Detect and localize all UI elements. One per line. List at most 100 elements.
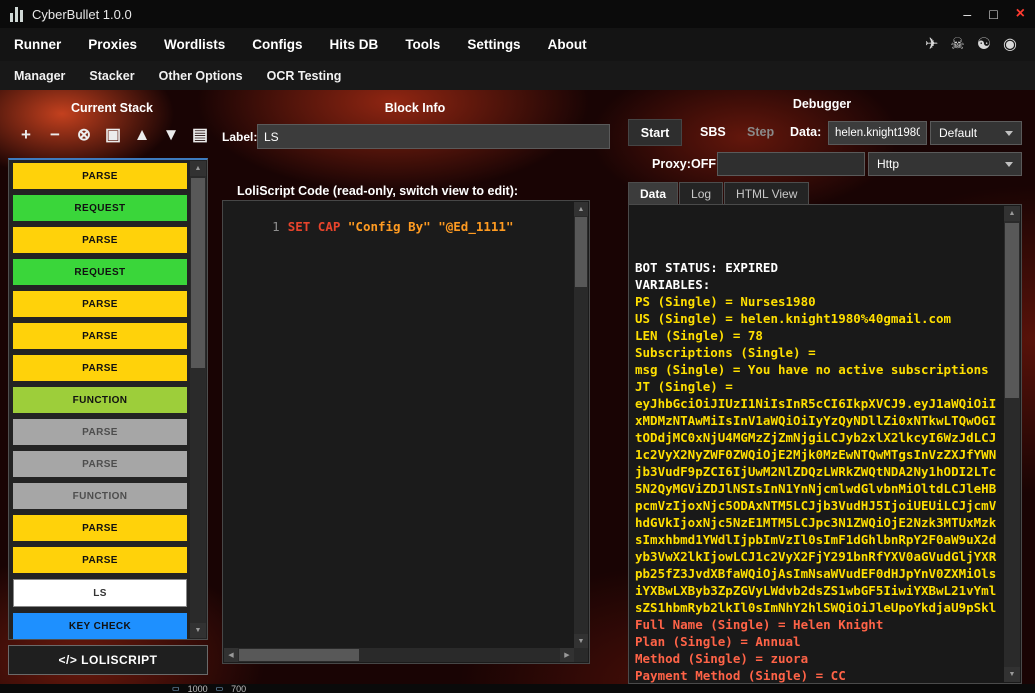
stack-block-parse[interactable]: PARSE <box>13 227 187 253</box>
debug-output-line: Method (Single) = zuora <box>635 650 1001 667</box>
stack-list: PARSE REQUEST PARSE REQUEST PARSE PARSE … <box>8 158 208 640</box>
scroll-thumb[interactable] <box>1005 223 1019 398</box>
loliscript-code-caption: LoliScript Code (read-only, switch view … <box>237 184 518 198</box>
tab-html-view[interactable]: HTML View <box>724 182 809 205</box>
debug-output-line: pcmVzIjoxNjc5ODAxNTM5LCJjb3VudHJ5IjoiUEU… <box>635 497 1001 514</box>
line-number: 1 <box>272 219 280 234</box>
menu-item-runner[interactable]: Runner <box>14 37 61 52</box>
menu-item-configs[interactable]: Configs <box>252 37 302 52</box>
step-button[interactable]: Step <box>747 125 774 139</box>
scroll-up-icon[interactable]: ▲ <box>190 161 206 176</box>
stack-block-parse[interactable]: PARSE <box>13 451 187 477</box>
stack-block-ls[interactable]: LS <box>13 579 187 607</box>
window-controls: – □ × <box>963 7 1025 21</box>
scroll-right-icon[interactable]: ▶ <box>560 648 574 662</box>
stack-block-parse[interactable]: PARSE <box>13 291 187 317</box>
stack-block-function[interactable]: FUNCTION <box>13 387 187 413</box>
submenu-items: Manager Stacker Other Options OCR Testing <box>14 69 341 83</box>
move-up-icon[interactable]: ▲ <box>130 122 154 148</box>
stack-block-parse[interactable]: PARSE <box>13 547 187 573</box>
tab-log[interactable]: Log <box>679 182 723 205</box>
menu-item-tools[interactable]: Tools <box>405 37 440 52</box>
monitor-icon: ▭ <box>172 684 180 693</box>
debug-output-line: US (Single) = helen.knight1980%40gmail.c… <box>635 310 1001 327</box>
remove-block-icon[interactable]: − <box>43 122 67 148</box>
maximize-button[interactable]: □ <box>989 7 997 21</box>
stack-scrollbar[interactable]: ▲ ▼ <box>190 161 206 638</box>
debug-output-line: VARIABLES: <box>635 276 1001 293</box>
submenu-item-ocr-testing[interactable]: OCR Testing <box>267 69 342 83</box>
debug-output-line: sImxhbmd1YWdlIjpbImVzIl0sImF1dGhlbnRpY2F… <box>635 531 1001 548</box>
scroll-thumb[interactable] <box>191 178 205 368</box>
debug-output-line: msg (Single) = You have no active subscr… <box>635 361 1001 378</box>
add-block-icon[interactable]: + <box>14 122 38 148</box>
menu-social-icons: ✈ ☠ ☯ ◉ <box>925 37 1021 53</box>
proxy-toggle[interactable]: OFF <box>691 157 716 171</box>
stack-block-parse[interactable]: PARSE <box>13 355 187 381</box>
proxy-type-select[interactable]: Http <box>868 152 1022 176</box>
code-token: "Config By" <box>348 219 438 234</box>
debug-output-line: LEN (Single) = 78 <box>635 327 1001 344</box>
code-vertical-scrollbar[interactable]: ▲ ▼ <box>574 202 588 648</box>
code-token: SET <box>288 219 318 234</box>
menu-item-settings[interactable]: Settings <box>467 37 520 52</box>
loliscript-view-button[interactable]: </> LOLISCRIPT <box>8 645 208 675</box>
scroll-up-icon[interactable]: ▲ <box>574 202 588 216</box>
debugger-tabs: DataLogHTML View <box>628 182 810 205</box>
menu-item-about[interactable]: About <box>548 37 587 52</box>
menu-item-hits-db[interactable]: Hits DB <box>330 37 379 52</box>
clone-block-icon[interactable]: ▣ <box>101 122 125 148</box>
debug-data-input[interactable] <box>828 121 927 145</box>
submenu-item-manager[interactable]: Manager <box>14 69 65 83</box>
tab-data[interactable]: Data <box>628 182 678 205</box>
minimize-button[interactable]: – <box>963 7 971 21</box>
debug-output-line: hdGVkIjoxNjc5NzE1MTM5LCJpc3N1ZWQiOjE2Nzk… <box>635 514 1001 531</box>
menu-item-wordlists[interactable]: Wordlists <box>164 37 225 52</box>
chat-icon[interactable]: ☯ <box>977 37 991 53</box>
stack-block-request[interactable]: REQUEST <box>13 195 187 221</box>
stack-block-key-check[interactable]: KEY CHECK <box>13 613 187 639</box>
code-line: 1SET CAP "Config By" "@Ed_1111" <box>227 204 513 249</box>
debugger-output[interactable]: BOT STATUS: EXPIREDVARIABLES:PS (Single)… <box>628 204 1022 684</box>
submenu-item-other-options[interactable]: Other Options <box>159 69 243 83</box>
proxy-input[interactable] <box>717 152 865 176</box>
save-config-icon[interactable]: ▤ <box>188 122 212 148</box>
stack-block-request[interactable]: REQUEST <box>13 259 187 285</box>
stack-blocks: PARSE REQUEST PARSE REQUEST PARSE PARSE … <box>13 163 187 645</box>
submenu-item-stacker[interactable]: Stacker <box>89 69 134 83</box>
debug-output-line: Plan (Single) = Annual <box>635 633 1001 650</box>
debugger-scrollbar[interactable]: ▲ ▼ <box>1004 206 1020 682</box>
stack-block-function[interactable]: FUNCTION <box>13 483 187 509</box>
block-label-input[interactable] <box>257 124 610 149</box>
scroll-left-icon[interactable]: ◀ <box>224 648 238 662</box>
scroll-thumb[interactable] <box>575 217 587 287</box>
code-horizontal-scrollbar[interactable]: ◀ ▶ <box>224 648 574 662</box>
scroll-down-icon[interactable]: ▼ <box>190 623 206 638</box>
sbs-toggle[interactable]: SBS <box>700 125 726 139</box>
disable-block-icon[interactable]: ⊗ <box>72 122 96 148</box>
wordlist-type-select[interactable]: Default <box>930 121 1022 145</box>
scroll-down-icon[interactable]: ▼ <box>1004 667 1020 682</box>
close-button[interactable]: × <box>1016 7 1025 21</box>
start-button[interactable]: Start <box>628 119 682 146</box>
skull-icon[interactable]: ☠ <box>950 37 964 53</box>
app-logo-icon <box>10 6 23 22</box>
code-token: CAP <box>318 219 348 234</box>
title-bar: CyberBullet 1.0.0 – □ × <box>0 0 1035 28</box>
stack-block-parse[interactable]: PARSE <box>13 419 187 445</box>
chevron-down-icon <box>1005 131 1013 136</box>
stack-block-parse[interactable]: PARSE <box>13 163 187 189</box>
menu-item-proxies[interactable]: Proxies <box>88 37 137 52</box>
move-down-icon[interactable]: ▼ <box>159 122 183 148</box>
loliscript-code-editor[interactable]: 1SET CAP "Config By" "@Ed_1111" ▲ ▼ ◀ ▶ <box>222 200 590 664</box>
telegram-icon[interactable]: ✈ <box>925 37 938 53</box>
scroll-up-icon[interactable]: ▲ <box>1004 206 1020 221</box>
debug-output-line: JT (Single) = <box>635 378 1001 395</box>
proxy-type-value: Http <box>877 157 1005 171</box>
stack-block-parse[interactable]: PARSE <box>13 323 187 349</box>
scroll-thumb[interactable] <box>239 649 359 661</box>
camera-icon[interactable]: ◉ <box>1003 37 1017 53</box>
stack-block-parse[interactable]: PARSE <box>13 515 187 541</box>
scroll-down-icon[interactable]: ▼ <box>574 634 588 648</box>
debug-output-line: jb3VudF9pZCI6IjUwM2NlZDQzLWRkZWQtNDA2Ny1… <box>635 463 1001 480</box>
